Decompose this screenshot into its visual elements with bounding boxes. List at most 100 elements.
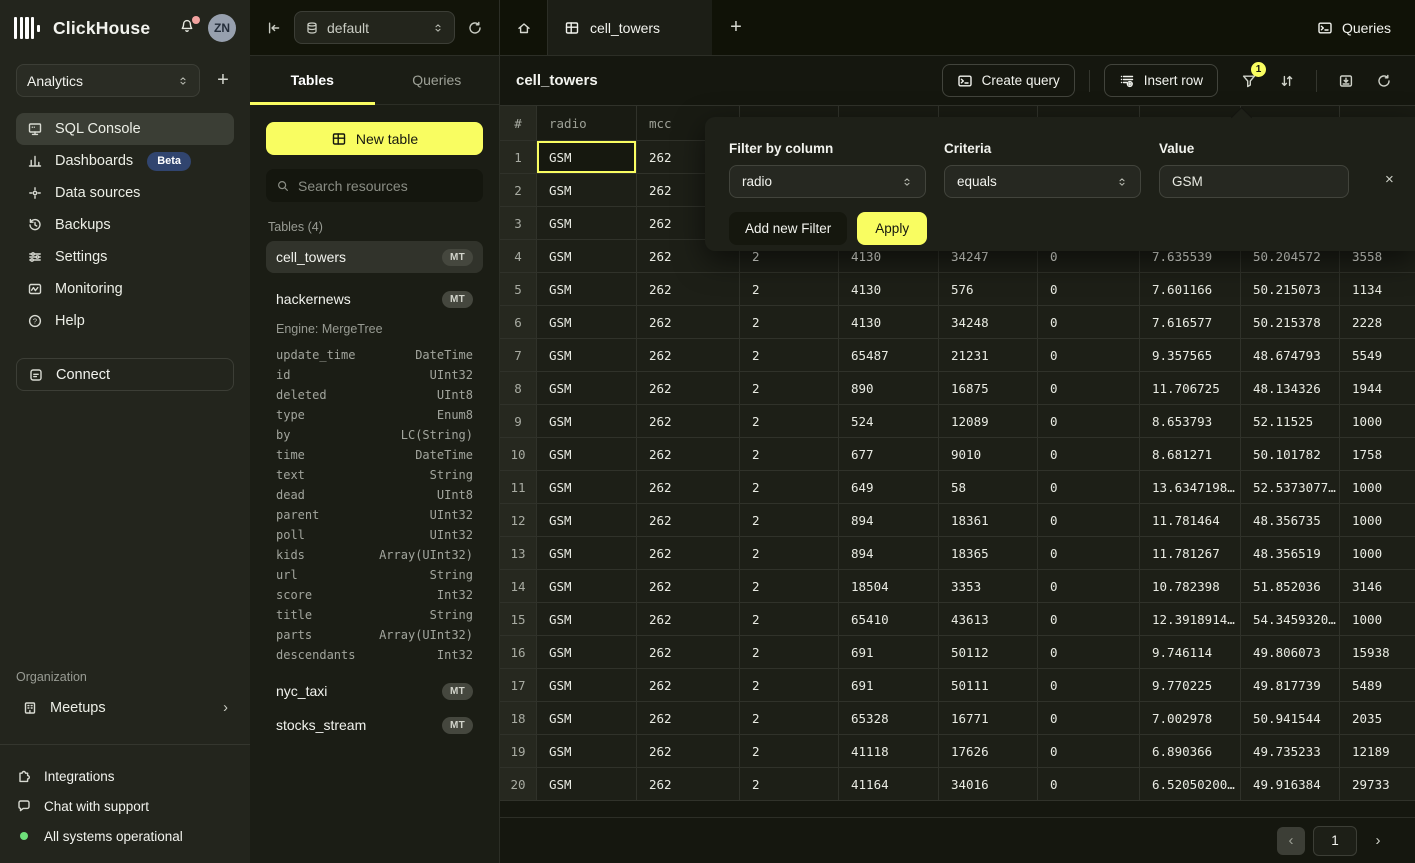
data-cell[interactable]: 11.781464: [1140, 504, 1241, 537]
data-cell[interactable]: 262: [637, 537, 740, 570]
filter-value-input[interactable]: [1159, 165, 1349, 198]
data-cell[interactable]: 10.782398: [1140, 570, 1241, 603]
data-cell[interactable]: 65328: [839, 702, 939, 735]
table-item-cell-towers[interactable]: cell_towers MT: [266, 241, 483, 273]
sidebar-item-monitoring[interactable]: Monitoring: [16, 273, 234, 305]
row-number-cell[interactable]: 4: [500, 240, 537, 273]
data-cell[interactable]: GSM: [537, 570, 637, 603]
table-item-hackernews[interactable]: hackernews MT: [266, 283, 483, 315]
data-cell[interactable]: 262: [637, 471, 740, 504]
data-cell[interactable]: 43613: [939, 603, 1038, 636]
filter-button[interactable]: 1: [1234, 66, 1264, 96]
data-cell[interactable]: 262: [637, 768, 740, 801]
data-cell[interactable]: 0: [1038, 603, 1140, 636]
row-number-cell[interactable]: 12: [500, 504, 537, 537]
sidebar-item-help[interactable]: ? Help: [16, 305, 234, 337]
data-cell[interactable]: 2: [740, 735, 839, 768]
insert-row-button[interactable]: Insert row: [1104, 64, 1218, 97]
data-cell[interactable]: 262: [637, 504, 740, 537]
data-cell[interactable]: GSM: [537, 372, 637, 405]
data-cell[interactable]: 4130: [839, 306, 939, 339]
data-cell[interactable]: 2228: [1340, 306, 1415, 339]
data-cell[interactable]: 262: [637, 306, 740, 339]
row-number-cell[interactable]: 20: [500, 768, 537, 801]
data-cell[interactable]: 18361: [939, 504, 1038, 537]
database-select[interactable]: default: [294, 11, 455, 44]
data-cell[interactable]: 2: [740, 702, 839, 735]
data-cell[interactable]: GSM: [537, 339, 637, 372]
data-cell[interactable]: 691: [839, 669, 939, 702]
data-cell[interactable]: 2: [740, 537, 839, 570]
row-number-cell[interactable]: 16: [500, 636, 537, 669]
data-cell[interactable]: 48.356519: [1241, 537, 1340, 570]
data-cell[interactable]: 0: [1038, 702, 1140, 735]
chat-with-support-link[interactable]: Chat with support: [16, 791, 234, 821]
data-cell[interactable]: 58: [939, 471, 1038, 504]
data-cell[interactable]: 524: [839, 405, 939, 438]
data-cell[interactable]: GSM: [537, 306, 637, 339]
data-cell[interactable]: 2: [740, 306, 839, 339]
data-cell[interactable]: 0: [1038, 636, 1140, 669]
data-cell[interactable]: 0: [1038, 471, 1140, 504]
data-cell[interactable]: 262: [637, 273, 740, 306]
data-cell[interactable]: 262: [637, 702, 740, 735]
new-tab-button[interactable]: +: [712, 0, 760, 55]
data-cell[interactable]: 2: [740, 570, 839, 603]
integrations-link[interactable]: Integrations: [16, 761, 234, 791]
data-cell[interactable]: 5549: [1340, 339, 1415, 372]
data-cell[interactable]: 894: [839, 537, 939, 570]
sidebar-item-backups[interactable]: Backups: [16, 209, 234, 241]
data-cell[interactable]: 41164: [839, 768, 939, 801]
data-cell[interactable]: 262: [637, 405, 740, 438]
data-cell[interactable]: 649: [839, 471, 939, 504]
data-cell[interactable]: 54.3459320…: [1241, 603, 1340, 636]
data-cell[interactable]: 52.5373077…: [1241, 471, 1340, 504]
data-cell[interactable]: 1000: [1340, 603, 1415, 636]
row-number-header[interactable]: #: [500, 106, 537, 141]
data-cell[interactable]: 18504: [839, 570, 939, 603]
system-status[interactable]: All systems operational: [16, 821, 234, 851]
data-cell[interactable]: 3146: [1340, 570, 1415, 603]
data-cell[interactable]: 0: [1038, 405, 1140, 438]
data-cell[interactable]: 2: [740, 768, 839, 801]
current-page[interactable]: 1: [1313, 826, 1357, 856]
data-cell[interactable]: 0: [1038, 735, 1140, 768]
data-cell[interactable]: 7.616577: [1140, 306, 1241, 339]
data-cell[interactable]: 13.6347198…: [1140, 471, 1241, 504]
data-cell[interactable]: 9010: [939, 438, 1038, 471]
data-cell[interactable]: 41118: [839, 735, 939, 768]
data-cell[interactable]: 262: [637, 603, 740, 636]
data-cell[interactable]: 16771: [939, 702, 1038, 735]
data-cell[interactable]: GSM: [537, 174, 637, 207]
data-cell[interactable]: 11.781267: [1140, 537, 1241, 570]
data-cell[interactable]: 34016: [939, 768, 1038, 801]
row-number-cell[interactable]: 1: [500, 141, 537, 174]
table-item-stocks-stream[interactable]: stocks_stream MT: [266, 709, 483, 741]
table-item-nyc-taxi[interactable]: nyc_taxi MT: [266, 675, 483, 707]
data-cell[interactable]: GSM: [537, 702, 637, 735]
data-cell[interactable]: 1134: [1340, 273, 1415, 306]
data-cell[interactable]: GSM: [537, 240, 637, 273]
row-number-cell[interactable]: 14: [500, 570, 537, 603]
data-cell[interactable]: 0: [1038, 339, 1140, 372]
data-cell[interactable]: 894: [839, 504, 939, 537]
data-cell[interactable]: 9.357565: [1140, 339, 1241, 372]
sidebar-item-dashboards[interactable]: Dashboards Beta: [16, 145, 234, 177]
sidebar-item-data-sources[interactable]: Data sources: [16, 177, 234, 209]
data-cell[interactable]: GSM: [537, 504, 637, 537]
data-cell[interactable]: 50.941544: [1241, 702, 1340, 735]
row-number-cell[interactable]: 15: [500, 603, 537, 636]
row-number-cell[interactable]: 9: [500, 405, 537, 438]
queries-button[interactable]: Queries: [1317, 20, 1391, 36]
data-cell[interactable]: 0: [1038, 537, 1140, 570]
data-cell[interactable]: 16875: [939, 372, 1038, 405]
data-cell[interactable]: 890: [839, 372, 939, 405]
data-cell[interactable]: 0: [1038, 768, 1140, 801]
data-cell[interactable]: 12.3918914…: [1140, 603, 1241, 636]
filter-criteria-select[interactable]: equals: [944, 165, 1141, 198]
data-cell[interactable]: 34248: [939, 306, 1038, 339]
data-cell[interactable]: 2035: [1340, 702, 1415, 735]
avatar[interactable]: ZN: [208, 14, 236, 42]
data-cell[interactable]: 262: [637, 735, 740, 768]
data-cell[interactable]: 576: [939, 273, 1038, 306]
